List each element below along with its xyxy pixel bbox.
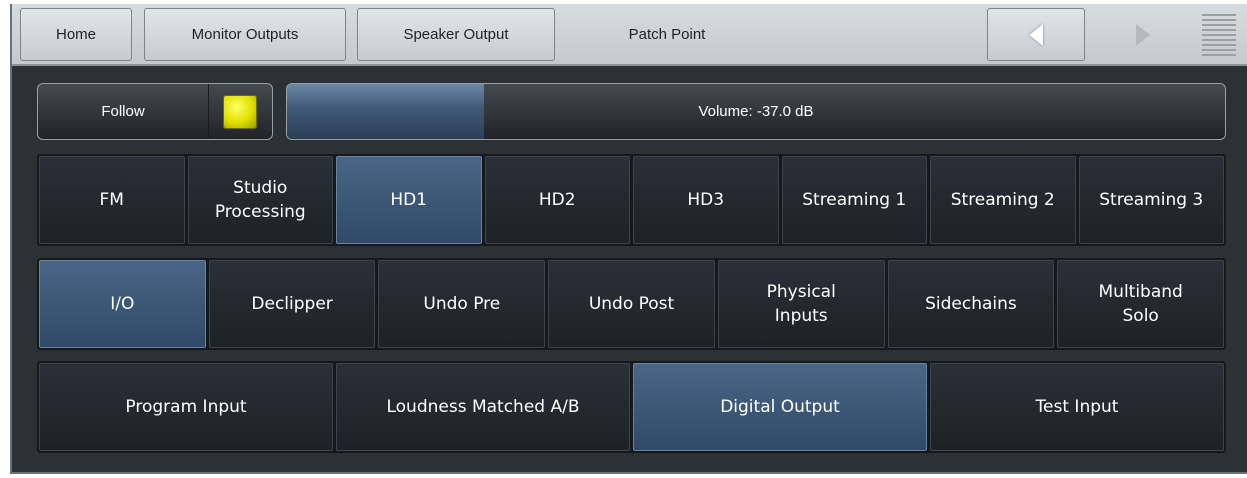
nav-forward-button[interactable] xyxy=(1097,8,1189,61)
output-button-label: Streaming 1 xyxy=(802,190,907,210)
section-button-label: Physical Inputs xyxy=(766,282,836,326)
output-hd1-button[interactable]: HD1 xyxy=(336,156,482,244)
output-button-label: HD1 xyxy=(390,190,428,210)
output-button-label: HD3 xyxy=(687,190,725,210)
output-streaming-3-button[interactable]: Streaming 3 xyxy=(1078,156,1224,244)
page-selector-row: Program Input Loudness Matched A/B Digital… xyxy=(37,361,1226,453)
output-button-label: Streaming 2 xyxy=(950,190,1055,210)
page-digital-output-button[interactable]: Digital Output xyxy=(633,363,927,451)
menu-icon[interactable] xyxy=(1202,14,1236,56)
follow-indicator-led xyxy=(224,96,256,128)
output-button-label: Studio Processing xyxy=(214,178,306,222)
output-fm-button[interactable]: FM xyxy=(39,156,185,244)
output-streaming-2-button[interactable]: Streaming 2 xyxy=(930,156,1076,244)
output-streaming-1-button[interactable]: Streaming 1 xyxy=(781,156,927,244)
output-hd2-button[interactable]: HD2 xyxy=(484,156,630,244)
section-button-label: Undo Post xyxy=(588,294,675,314)
arrow-left-icon xyxy=(1029,23,1043,46)
section-button-label: I/O xyxy=(110,294,135,314)
breadcrumb-current-page: Patch Point xyxy=(628,26,706,43)
page-test-input-button[interactable]: Test Input xyxy=(930,363,1224,451)
follow-button[interactable]: Follow xyxy=(37,83,273,140)
nav-back-button[interactable] xyxy=(987,8,1085,61)
section-multiband-solo-button[interactable]: Multiband Solo xyxy=(1057,260,1225,348)
output-selector-row: FM Studio Processing HD1 HD2 HD3 Streaming 1 S… xyxy=(37,154,1226,246)
follow-divider xyxy=(208,84,209,139)
arrow-right-icon xyxy=(1136,23,1150,46)
page-program-input-button[interactable]: Program Input xyxy=(39,363,333,451)
section-declipper-button[interactable]: Declipper xyxy=(208,260,376,348)
page-button-label: Program Input xyxy=(125,397,247,417)
output-hd3-button[interactable]: HD3 xyxy=(633,156,779,244)
section-i-o-button[interactable]: I/O xyxy=(39,260,206,348)
section-physical-inputs-button[interactable]: Physical Inputs xyxy=(717,260,885,348)
nav-speaker-output-button[interactable]: Speaker Output xyxy=(357,8,555,61)
section-sidechains-button[interactable]: Sidechains xyxy=(887,260,1055,348)
section-button-label: Multiband Solo xyxy=(1098,282,1183,326)
output-studio-processing-button[interactable]: Studio Processing xyxy=(187,156,333,244)
page-loudness-matched-a-b-button[interactable]: Loudness Matched A/B xyxy=(336,363,630,451)
follow-label: Follow xyxy=(101,103,145,120)
page-button-label: Loudness Matched A/B xyxy=(386,397,580,417)
section-undo-post-button[interactable]: Undo Post xyxy=(548,260,715,348)
top-nav-bar: Home Monitor Outputs Speaker Output Patc… xyxy=(12,4,1247,66)
section-selector-row: I/O Declipper Undo Pre Undo Post Physical In… xyxy=(37,258,1226,350)
output-button-label: Streaming 3 xyxy=(1099,190,1204,210)
output-button-label: HD2 xyxy=(538,190,576,210)
nav-monitor-outputs-button[interactable]: Monitor Outputs xyxy=(144,8,346,61)
page-button-label: Test Input xyxy=(1035,397,1119,417)
nav-home-button[interactable]: Home xyxy=(20,8,132,61)
section-button-label: Declipper xyxy=(251,294,333,314)
section-undo-pre-button[interactable]: Undo Pre xyxy=(378,260,546,348)
volume-slider[interactable]: Volume: -37.0 dB xyxy=(286,83,1226,140)
volume-label: Volume: -37.0 dB xyxy=(698,103,814,120)
section-button-label: Undo Pre xyxy=(423,294,501,314)
app-window: Home Monitor Outputs Speaker Output Patc… xyxy=(10,4,1247,474)
output-button-label: FM xyxy=(99,190,124,210)
page-button-label: Digital Output xyxy=(720,397,840,417)
section-button-label: Sidechains xyxy=(925,294,1017,314)
